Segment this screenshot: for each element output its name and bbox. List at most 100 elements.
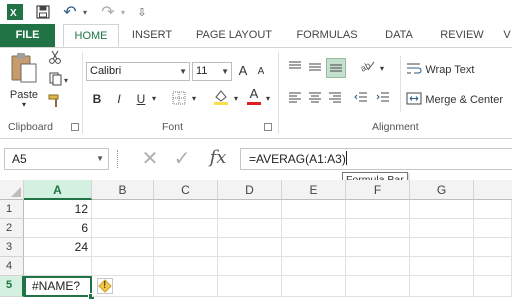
grow-font-button[interactable]: A [236, 62, 250, 80]
align-right-icon[interactable] [326, 90, 344, 108]
font-name-combo[interactable]: Calibri ▼ [86, 62, 190, 81]
fill-dropdown-icon[interactable]: ▾ [232, 90, 240, 108]
column-header-c[interactable]: C [154, 180, 218, 200]
cell-a3[interactable]: 24 [24, 238, 92, 257]
grid-cell[interactable] [154, 257, 218, 276]
grid-cell[interactable] [282, 257, 346, 276]
grid-cell[interactable] [346, 238, 410, 257]
row-header-4[interactable]: 4 [0, 257, 24, 276]
error-checking-button[interactable]: ! [97, 278, 113, 294]
paste-button[interactable]: Paste ▾ [6, 52, 42, 109]
grid-cell[interactable] [474, 200, 512, 219]
tab-home[interactable]: HOME [63, 24, 119, 47]
tab-page-layout[interactable]: PAGE LAYOUT [190, 24, 278, 47]
redo-dropdown-icon[interactable]: ▾ [118, 3, 128, 21]
grid-cell[interactable] [474, 238, 512, 257]
decrease-indent-icon[interactable] [352, 90, 370, 108]
customize-qat-icon[interactable]: ⇩ [135, 3, 149, 21]
grid-cell[interactable] [218, 276, 282, 297]
tab-formulas[interactable]: FORMULAS [290, 24, 364, 47]
cell-a1[interactable]: 12 [24, 200, 92, 219]
row-header-1[interactable]: 1 [0, 200, 24, 219]
align-left-icon[interactable] [286, 90, 304, 108]
column-header-b[interactable]: B [92, 180, 154, 200]
grid-cell[interactable] [92, 200, 154, 219]
tab-file[interactable]: FILE [0, 24, 55, 47]
row-header-2[interactable]: 2 [0, 219, 24, 238]
grid-cell[interactable] [410, 276, 474, 297]
resize-handle[interactable] [117, 150, 120, 168]
grid-cell[interactable] [474, 219, 512, 238]
tab-data[interactable]: DATA [376, 24, 422, 47]
grid-cell[interactable] [218, 219, 282, 238]
borders-icon[interactable] [170, 91, 188, 110]
column-header-h[interactable] [474, 180, 512, 200]
tab-insert[interactable]: INSERT [126, 24, 178, 47]
merge-center-button[interactable]: Merge & Center [406, 90, 512, 109]
cell-a4[interactable] [24, 257, 92, 276]
italic-button[interactable]: I [112, 90, 126, 108]
row-header-3[interactable]: 3 [0, 238, 24, 257]
grid-cell[interactable] [218, 238, 282, 257]
column-header-f[interactable]: F [346, 180, 410, 200]
grid-cell[interactable] [154, 219, 218, 238]
cell-a2[interactable]: 6 [24, 219, 92, 238]
grid-cell[interactable] [92, 257, 154, 276]
select-all-corner[interactable] [0, 180, 24, 200]
cancel-icon[interactable]: ✕ [138, 148, 162, 170]
column-header-d[interactable]: D [218, 180, 282, 200]
orientation-dropdown-icon[interactable]: ▾ [378, 60, 386, 78]
grid-cell[interactable] [474, 257, 512, 276]
cut-icon[interactable] [46, 50, 64, 68]
wrap-text-button[interactable]: Wrap Text [406, 60, 510, 79]
formula-input[interactable]: =AVERAG(A1:A3) [240, 148, 512, 170]
tab-review[interactable]: REVIEW [434, 24, 490, 47]
grid-cell[interactable] [218, 200, 282, 219]
grid-cell[interactable] [282, 238, 346, 257]
paste-dropdown-icon[interactable]: ▾ [6, 101, 42, 109]
underline-dropdown-icon[interactable]: ▾ [150, 90, 158, 108]
grid-cell[interactable] [346, 276, 410, 297]
column-header-a[interactable]: A [24, 180, 92, 200]
grid-cell[interactable] [92, 219, 154, 238]
align-top-icon[interactable] [286, 60, 304, 78]
column-header-e[interactable]: E [282, 180, 346, 200]
grid-cell[interactable] [346, 257, 410, 276]
grid-cell[interactable] [410, 219, 474, 238]
grid-cell[interactable] [154, 200, 218, 219]
redo-icon[interactable]: ↷ [100, 3, 116, 21]
underline-button[interactable]: U [134, 90, 148, 108]
grid-cell[interactable] [346, 200, 410, 219]
grid-cell[interactable] [282, 219, 346, 238]
align-bottom-icon[interactable] [326, 58, 346, 78]
shrink-font-button[interactable]: A [254, 63, 268, 81]
undo-icon[interactable]: ↶ [62, 3, 78, 21]
grid-cell[interactable] [410, 238, 474, 257]
format-painter-icon[interactable] [46, 94, 64, 112]
copy-icon[interactable]: ▾ [46, 72, 74, 90]
undo-dropdown-icon[interactable]: ▾ [80, 3, 90, 21]
grid-cell[interactable] [410, 200, 474, 219]
cell-a5[interactable]: #NAME? [24, 276, 92, 297]
grid-cell[interactable] [154, 238, 218, 257]
grid-cell[interactable] [218, 257, 282, 276]
font-launcher-icon[interactable] [264, 123, 272, 131]
save-icon[interactable] [34, 3, 52, 21]
grid-cell[interactable] [282, 200, 346, 219]
grid-cell[interactable] [154, 276, 218, 297]
name-box[interactable]: A5 ▼ [4, 148, 109, 170]
increase-indent-icon[interactable] [374, 90, 392, 108]
fill-color-icon[interactable] [212, 88, 230, 111]
borders-dropdown-icon[interactable]: ▾ [190, 90, 198, 108]
tab-view[interactable]: V [502, 24, 512, 47]
align-middle-icon[interactable] [306, 60, 324, 78]
clipboard-launcher-icon[interactable] [71, 123, 79, 131]
font-size-combo[interactable]: 11 ▼ [192, 62, 232, 81]
font-color-button[interactable]: A [246, 86, 262, 108]
align-center-icon[interactable] [306, 90, 324, 108]
grid-cell[interactable] [346, 219, 410, 238]
insert-function-icon[interactable]: fx [204, 147, 232, 169]
orientation-icon[interactable]: ab [358, 58, 376, 77]
grid-cell[interactable] [92, 238, 154, 257]
bold-button[interactable]: B [90, 90, 104, 108]
